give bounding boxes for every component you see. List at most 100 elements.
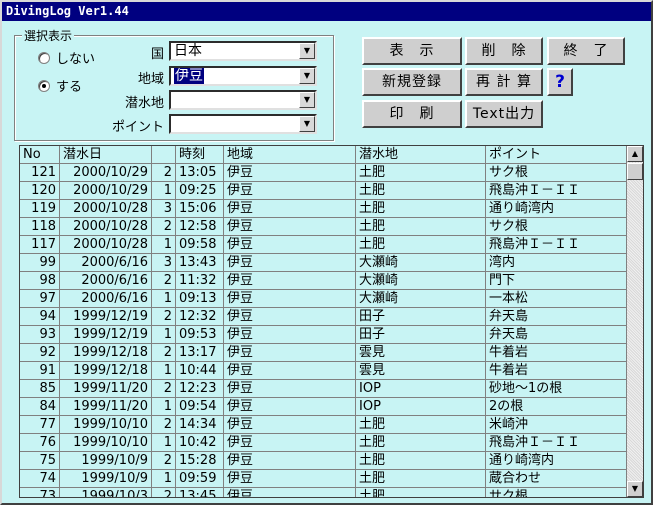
table-cell: 一本松 xyxy=(486,290,628,308)
table-row[interactable]: 119 2000/10/28 3 15:06 伊豆 土肥 通り崎湾内 xyxy=(20,200,628,218)
table-cell: 12:23 xyxy=(176,380,224,398)
table-cell: 通り崎湾内 xyxy=(486,452,628,470)
column-header xyxy=(152,146,176,164)
region-value: 伊豆 xyxy=(174,68,204,84)
dive-log-table[interactable]: No 潜水日 時刻 地域 潜水地 ポイント 121 2000/10/29 2 13:05 伊豆 土肥サ… xyxy=(19,145,644,498)
table-cell: 2 xyxy=(152,164,176,182)
text-export-button[interactable]: Text出力 xyxy=(465,100,543,128)
table-cell: 93 xyxy=(20,326,60,344)
table-cell: 飛島沖Ｉ－ＩＩ xyxy=(486,182,628,200)
table-row[interactable]: 99 2000/6/16 3 13:43 伊豆 大瀬崎 湾内 xyxy=(20,254,628,272)
site-combo[interactable]: ▼ xyxy=(169,90,317,110)
table-cell: 118 xyxy=(20,218,60,236)
table-cell: 73 xyxy=(20,488,60,497)
table-cell: 蔵合わせ xyxy=(486,470,628,488)
table-row[interactable]: 120 2000/10/29 1 09:25 伊豆 土肥 飛島沖Ｉ－ＩＩ xyxy=(20,182,628,200)
point-combo[interactable]: ▼ xyxy=(169,114,317,134)
table-row[interactable]: 92 1999/12/18 2 13:17 伊豆 雲見 牛着岩 xyxy=(20,344,628,362)
country-combo[interactable]: 日本 ▼ xyxy=(169,41,317,61)
print-button[interactable]: 印 刷 xyxy=(362,100,462,128)
column-header: 潜水地 xyxy=(356,146,486,164)
table-cell: 1999/10/9 xyxy=(60,470,152,488)
table-cell: IOP xyxy=(356,380,486,398)
table-row[interactable]: 75 1999/10/9 2 15:28 伊豆 土肥 通り崎湾内 xyxy=(20,452,628,470)
table-cell: 12:32 xyxy=(176,308,224,326)
table-cell: 120 xyxy=(20,182,60,200)
table-cell: 13:43 xyxy=(176,254,224,272)
table-cell: 2 xyxy=(152,272,176,290)
chevron-down-icon[interactable]: ▼ xyxy=(299,68,315,84)
help-button[interactable]: ? xyxy=(547,68,573,96)
table-cell: 13:45 xyxy=(176,488,224,497)
table-cell: 99 xyxy=(20,254,60,272)
table-cell: 75 xyxy=(20,452,60,470)
table-cell: 田子 xyxy=(356,308,486,326)
table-cell: 1 xyxy=(152,362,176,380)
table-cell: 伊豆 xyxy=(224,218,356,236)
table-cell: 伊豆 xyxy=(224,470,356,488)
table-cell: 伊豆 xyxy=(224,344,356,362)
table-cell: 2 xyxy=(152,218,176,236)
table-row[interactable]: 94 1999/12/19 2 12:32 伊豆 田子 弁天島 xyxy=(20,308,628,326)
table-cell: 92 xyxy=(20,344,60,362)
table-row[interactable]: 91 1999/12/18 1 10:44 伊豆 雲見 牛着岩 xyxy=(20,362,628,380)
table-row[interactable]: 77 1999/10/10 2 14:34 伊豆 土肥 米崎沖 xyxy=(20,416,628,434)
delete-button[interactable]: 削 除 xyxy=(465,37,543,65)
table-cell: 伊豆 xyxy=(224,380,356,398)
table-cell: 09:13 xyxy=(176,290,224,308)
table-cell: 1999/10/10 xyxy=(60,434,152,452)
table-cell: 76 xyxy=(20,434,60,452)
country-value: 日本 xyxy=(174,43,202,59)
table-row[interactable]: 84 1999/11/20 1 09:54 伊豆 IOP 2の根 xyxy=(20,398,628,416)
radio-off[interactable]: しない xyxy=(38,48,95,67)
new-entry-button[interactable]: 新規登録 xyxy=(362,68,462,96)
table-cell: 94 xyxy=(20,308,60,326)
table-row[interactable]: 76 1999/10/10 1 10:42 伊豆 土肥 飛島沖Ｉ－ＩＩ xyxy=(20,434,628,452)
chevron-down-icon[interactable]: ▼ xyxy=(299,116,315,132)
table-cell: 湾内 xyxy=(486,254,628,272)
table-cell: 2 xyxy=(152,452,176,470)
chevron-down-icon[interactable]: ▼ xyxy=(299,92,315,108)
table-cell: 2 xyxy=(152,308,176,326)
vertical-scrollbar[interactable]: ▲ ▼ xyxy=(626,146,643,497)
table-cell: 3 xyxy=(152,254,176,272)
exit-button[interactable]: 終 了 xyxy=(547,37,625,65)
table-cell: 1 xyxy=(152,182,176,200)
table-row[interactable]: 93 1999/12/19 1 09:53 伊豆 田子 弁天島 xyxy=(20,326,628,344)
table-cell: 74 xyxy=(20,470,60,488)
table-row[interactable]: 97 2000/6/16 1 09:13 伊豆 大瀬崎 一本松 xyxy=(20,290,628,308)
table-cell: 2000/10/29 xyxy=(60,182,152,200)
table-cell: 1999/12/19 xyxy=(60,308,152,326)
scroll-up-icon[interactable]: ▲ xyxy=(627,146,643,162)
table-cell: 雲見 xyxy=(356,362,486,380)
chevron-down-icon[interactable]: ▼ xyxy=(299,43,315,59)
scroll-thumb[interactable] xyxy=(627,163,643,180)
table-row[interactable]: 121 2000/10/29 2 13:05 伊豆 土肥 サク根 xyxy=(20,164,628,182)
table-cell: 13:17 xyxy=(176,344,224,362)
table-cell: 2000/6/16 xyxy=(60,272,152,290)
radio-on-dot xyxy=(38,79,50,92)
table-cell: 13:05 xyxy=(176,164,224,182)
region-combo[interactable]: 伊豆 ▼ xyxy=(169,66,317,86)
table-cell: 2 xyxy=(152,488,176,497)
table-cell: 12:58 xyxy=(176,218,224,236)
table-cell: 伊豆 xyxy=(224,398,356,416)
radio-on[interactable]: する xyxy=(38,76,82,95)
table-row[interactable]: 118 2000/10/28 2 12:58 伊豆 土肥 サク根 xyxy=(20,218,628,236)
table-row[interactable]: 85 1999/11/20 2 12:23 伊豆 IOP 砂地～1の根 xyxy=(20,380,628,398)
table-cell: 1 xyxy=(152,290,176,308)
table-cell: 77 xyxy=(20,416,60,434)
table-cell: 土肥 xyxy=(356,470,486,488)
table-cell: 2 xyxy=(152,344,176,362)
table-cell: 弁天島 xyxy=(486,308,628,326)
table-cell: 通り崎湾内 xyxy=(486,200,628,218)
show-button[interactable]: 表 示 xyxy=(362,37,462,65)
table-cell: 土肥 xyxy=(356,236,486,254)
scroll-down-icon[interactable]: ▼ xyxy=(627,481,643,497)
table-row[interactable]: 98 2000/6/16 2 11:32 伊豆 大瀬崎 門下 xyxy=(20,272,628,290)
table-row[interactable]: 117 2000/10/28 1 09:58 伊豆 土肥 飛島沖Ｉ－ＩＩ xyxy=(20,236,628,254)
table-row[interactable]: 73 1999/10/3 2 13:45 伊豆 土肥 サク根 xyxy=(20,488,628,497)
recalc-button[interactable]: 再 計 算 xyxy=(465,68,543,96)
table-row[interactable]: 74 1999/10/9 1 09:59 伊豆 土肥 蔵合わせ xyxy=(20,470,628,488)
table-cell: 1999/10/3 xyxy=(60,488,152,497)
